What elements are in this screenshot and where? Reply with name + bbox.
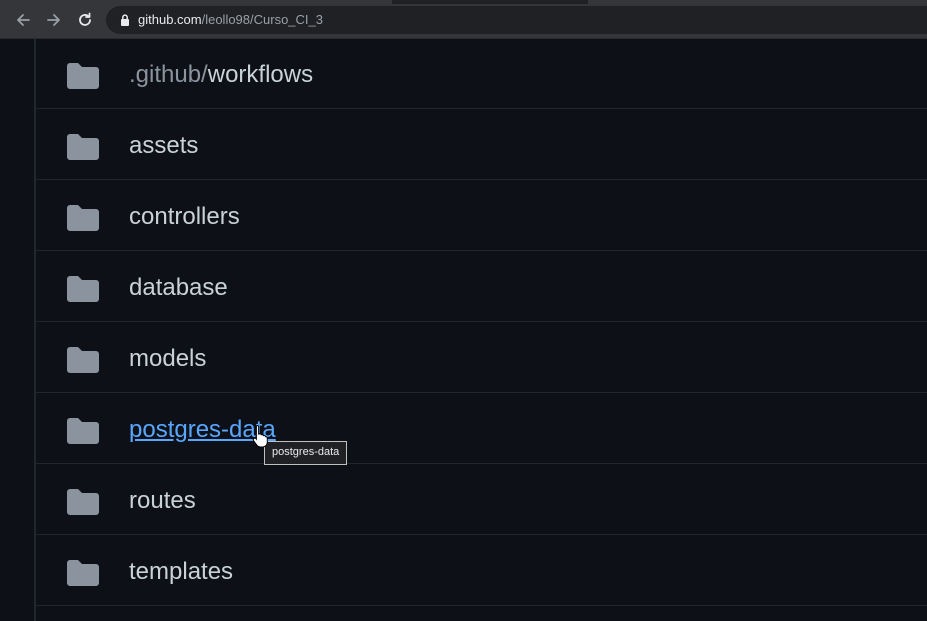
file-row-routes[interactable]: routes [36,464,927,535]
tab-edge [588,0,927,4]
back-button[interactable] [12,9,34,31]
folder-icon [67,205,99,231]
url-host: github.com [138,12,202,27]
file-link-templates[interactable]: templates [129,557,233,587]
file-link-routes[interactable]: routes [129,486,196,516]
back-arrow-icon [17,14,30,26]
url-path: /leollo98/Curso_CI_3 [201,12,323,27]
folder-icon [67,347,99,373]
url-text[interactable]: github.com/leollo98/Curso_CI_3 [138,13,323,27]
forward-arrow-icon [47,14,60,26]
folder-icon [67,418,99,444]
folder-icon [67,560,99,586]
tab-edge [0,0,392,4]
file-row-controllers[interactable]: controllers [36,180,927,251]
folder-icon [67,276,99,302]
address-bar[interactable]: github.com/leollo98/Curso_CI_3 [106,6,927,34]
path-prefix: .github/ [129,61,208,88]
file-row-templates[interactable]: templates [36,535,927,606]
folder-icon [67,134,99,160]
forward-button[interactable] [43,9,65,31]
reload-button[interactable] [74,9,96,31]
file-name: workflows [207,61,314,88]
hand-cursor-icon [252,424,268,448]
file-link-database[interactable]: database [129,273,228,303]
file-link-controllers[interactable]: controllers [129,202,240,232]
folder-icon [67,489,99,515]
file-link-assets[interactable]: assets [129,131,198,161]
reload-icon [79,12,91,26]
file-row-workflows[interactable]: .github/workflows [36,38,927,109]
link-tooltip: postgres-data [264,441,348,465]
tab-strip [0,0,927,4]
file-link-models[interactable]: models [129,344,206,374]
browser-toolbar: github.com/leollo98/Curso_CI_3 [0,0,927,39]
file-row-models[interactable]: models [36,322,927,393]
file-link-workflows[interactable]: .github/workflows [129,60,313,90]
file-row-postgres-data[interactable]: postgres-data [36,393,927,464]
file-list: .github/workflows assets controllers dat… [34,38,927,621]
folder-icon [67,63,99,89]
file-row-database[interactable]: database [36,251,927,322]
lock-icon[interactable] [118,13,132,27]
file-row-assets[interactable]: assets [36,109,927,180]
